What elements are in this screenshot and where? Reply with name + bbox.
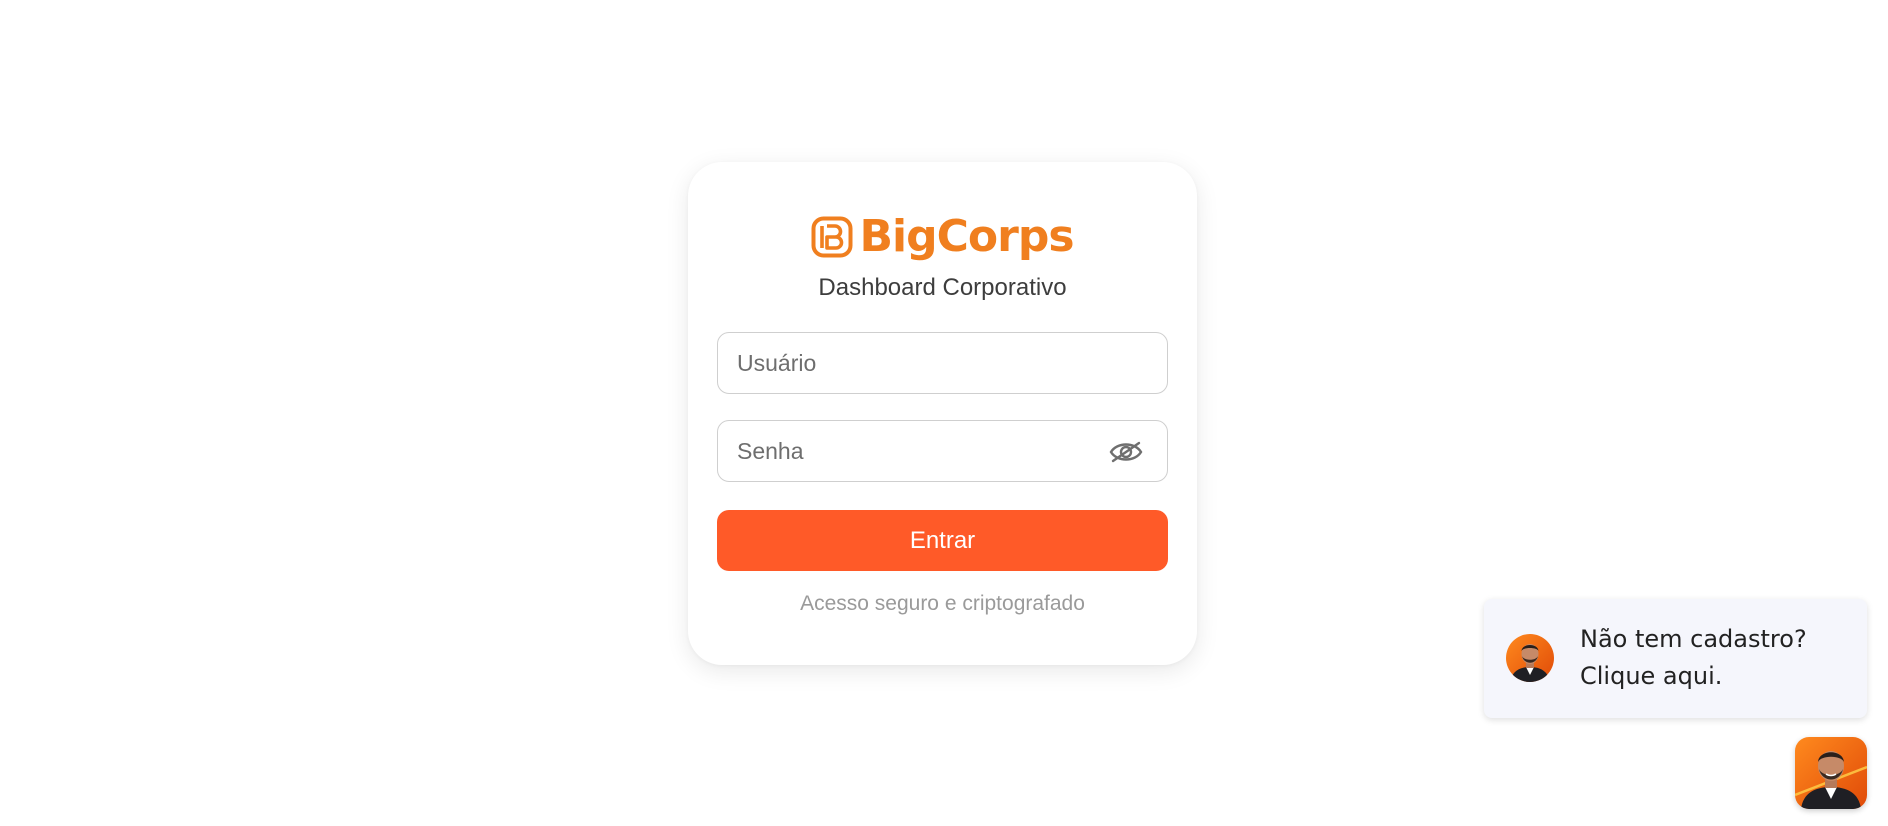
login-button[interactable]: Entrar [717,510,1168,571]
eye-slash-icon[interactable] [1109,439,1143,465]
agent-avatar-icon [1795,737,1867,809]
login-card: BigCorps Dashboard Corporativo Entrar Ac… [688,162,1197,665]
page-subtitle: Dashboard Corporativo [818,274,1067,301]
brand-logo: BigCorps [688,212,1197,262]
username-field[interactable] [717,332,1168,394]
password-field[interactable] [717,420,1168,482]
username-input[interactable] [718,333,1167,393]
agent-avatar-icon [1506,634,1554,682]
signup-prompt-line2[interactable]: Clique aqui. [1580,658,1850,695]
signup-chat-popup[interactable]: Não tem cadastro? Clique aqui. [1484,599,1867,718]
signup-prompt-text[interactable]: Não tem cadastro? Clique aqui. [1580,621,1850,695]
bigcorps-logo-icon [811,216,853,258]
password-input[interactable] [718,421,1167,481]
brand-name: BigCorps [859,211,1074,262]
chat-launcher-button[interactable] [1795,737,1867,809]
security-note: Acesso seguro e criptografado [800,592,1085,615]
signup-prompt-line1: Não tem cadastro? [1580,625,1807,653]
